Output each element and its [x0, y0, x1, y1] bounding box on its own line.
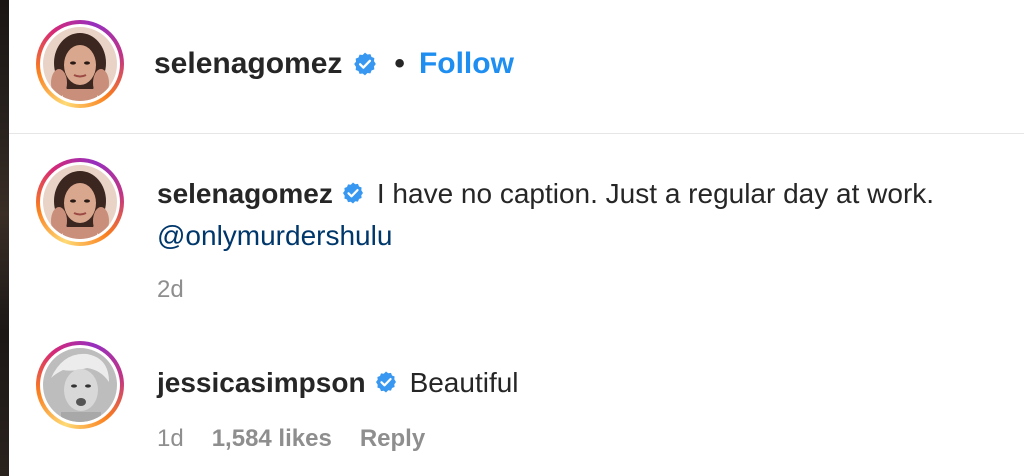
post-caption: selenagomez I have no caption. Just a re… [157, 173, 997, 257]
comment-text: Beautiful [409, 367, 519, 398]
jessicasimpson-avatar-image [43, 348, 117, 422]
background-photo-strip [0, 0, 9, 476]
header-avatar[interactable] [36, 20, 124, 108]
comment-username[interactable]: jessicasimpson [157, 367, 366, 398]
comment-meta: 1d 1,584 likes Reply [157, 425, 425, 453]
selenagomez-avatar-image [43, 27, 117, 101]
comment: jessicasimpson Beautiful [157, 362, 997, 404]
selenagomez-avatar-image [43, 165, 117, 239]
mention-link[interactable]: @onlymurdershulu [157, 220, 392, 251]
caption-text: I have no caption. Just a regular day at… [376, 178, 935, 209]
verified-badge-icon [375, 371, 396, 393]
caption-meta: 2d [157, 276, 184, 304]
reply-button[interactable]: Reply [360, 425, 425, 453]
comment-timestamp[interactable]: 1d [157, 425, 184, 453]
separator-dot: • [394, 47, 405, 80]
caption-avatar[interactable] [36, 158, 124, 246]
post-header: selenagomez • Follow [154, 44, 514, 84]
header-username[interactable]: selenagomez [154, 47, 342, 81]
follow-button[interactable]: Follow [419, 47, 514, 81]
verified-badge-icon [354, 52, 377, 76]
caption-timestamp[interactable]: 2d [157, 276, 184, 304]
verified-badge-icon [342, 182, 363, 204]
header-divider [9, 133, 1024, 134]
comment-likes-count[interactable]: 1,584 likes [212, 425, 332, 453]
comment-avatar[interactable] [36, 341, 124, 429]
caption-username[interactable]: selenagomez [157, 178, 333, 209]
